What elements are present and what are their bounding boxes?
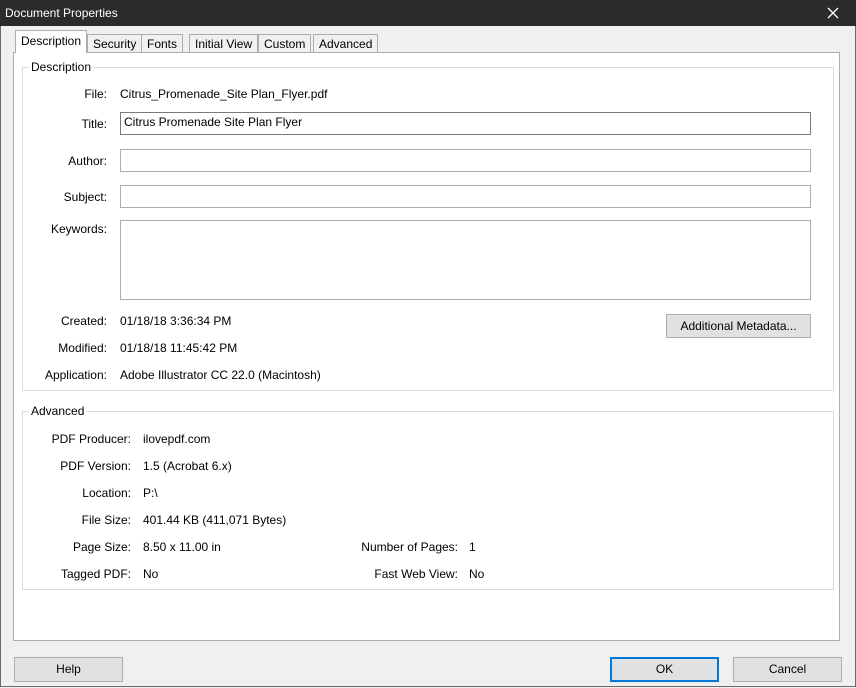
location-value: P:\ [143,486,158,500]
fast-web-view-label: Fast Web View: [374,567,458,581]
cancel-button[interactable]: Cancel [733,657,842,682]
file-value: Citrus_Promenade_Site Plan_Flyer.pdf [120,87,328,101]
author-field[interactable] [120,149,811,172]
number-of-pages-value: 1 [469,540,476,554]
tagged-pdf-value: No [143,567,159,581]
ok-button[interactable]: OK [610,657,719,682]
pdf-version-label: PDF Version: [60,459,131,473]
location-label: Location: [82,486,131,500]
fast-web-view-value: No [469,567,485,581]
additional-metadata-button[interactable]: Additional Metadata... [666,314,811,338]
number-of-pages-label: Number of Pages: [361,540,458,554]
tab-initial-view[interactable]: Initial View [189,34,259,52]
help-button[interactable]: Help [14,657,123,682]
application-value: Adobe Illustrator CC 22.0 (Macintosh) [120,368,321,382]
created-label: Created: [60,314,107,328]
tab-description[interactable]: Description [15,30,88,53]
close-icon [827,7,839,19]
advanced-group-title: Advanced [29,404,87,418]
keywords-label: Keywords: [50,222,107,236]
tagged-pdf-label: Tagged PDF: [60,567,131,581]
tab-panel: Description File: Citrus_Promenade_Site … [13,52,840,641]
description-group-title: Description [29,60,94,74]
page-size-label: Page Size: [72,540,131,554]
pdf-producer-label: PDF Producer: [51,432,131,446]
pdf-producer-value: ilovepdf.com [143,432,211,446]
file-label: File: [84,87,107,101]
title-label: Title: [81,117,107,131]
pdf-version-value: 1.5 (Acrobat 6.x) [143,459,232,473]
tab-security[interactable]: Security [87,34,143,52]
title-bar: Document Properties [0,0,856,26]
page-size-value: 8.50 x 11.00 in [143,540,221,554]
title-field[interactable]: Citrus Promenade Site Plan Flyer [120,112,811,135]
keywords-field[interactable] [120,220,811,300]
close-button[interactable] [810,0,856,26]
subject-field[interactable] [120,185,811,208]
created-value: 01/18/18 3:36:34 PM [120,314,232,328]
modified-label: Modified: [58,341,107,355]
tab-fonts[interactable]: Fonts [141,34,184,52]
file-size-value: 401.44 KB (411,071 Bytes) [143,513,287,527]
subject-label: Subject: [63,190,107,204]
tab-advanced[interactable]: Advanced [313,34,379,52]
application-label: Application: [44,368,107,382]
modified-value: 01/18/18 11:45:42 PM [120,341,238,355]
author-label: Author: [68,154,107,168]
window-title: Document Properties [5,6,118,20]
tab-custom[interactable]: Custom [258,34,312,52]
file-size-label: File Size: [81,513,131,527]
